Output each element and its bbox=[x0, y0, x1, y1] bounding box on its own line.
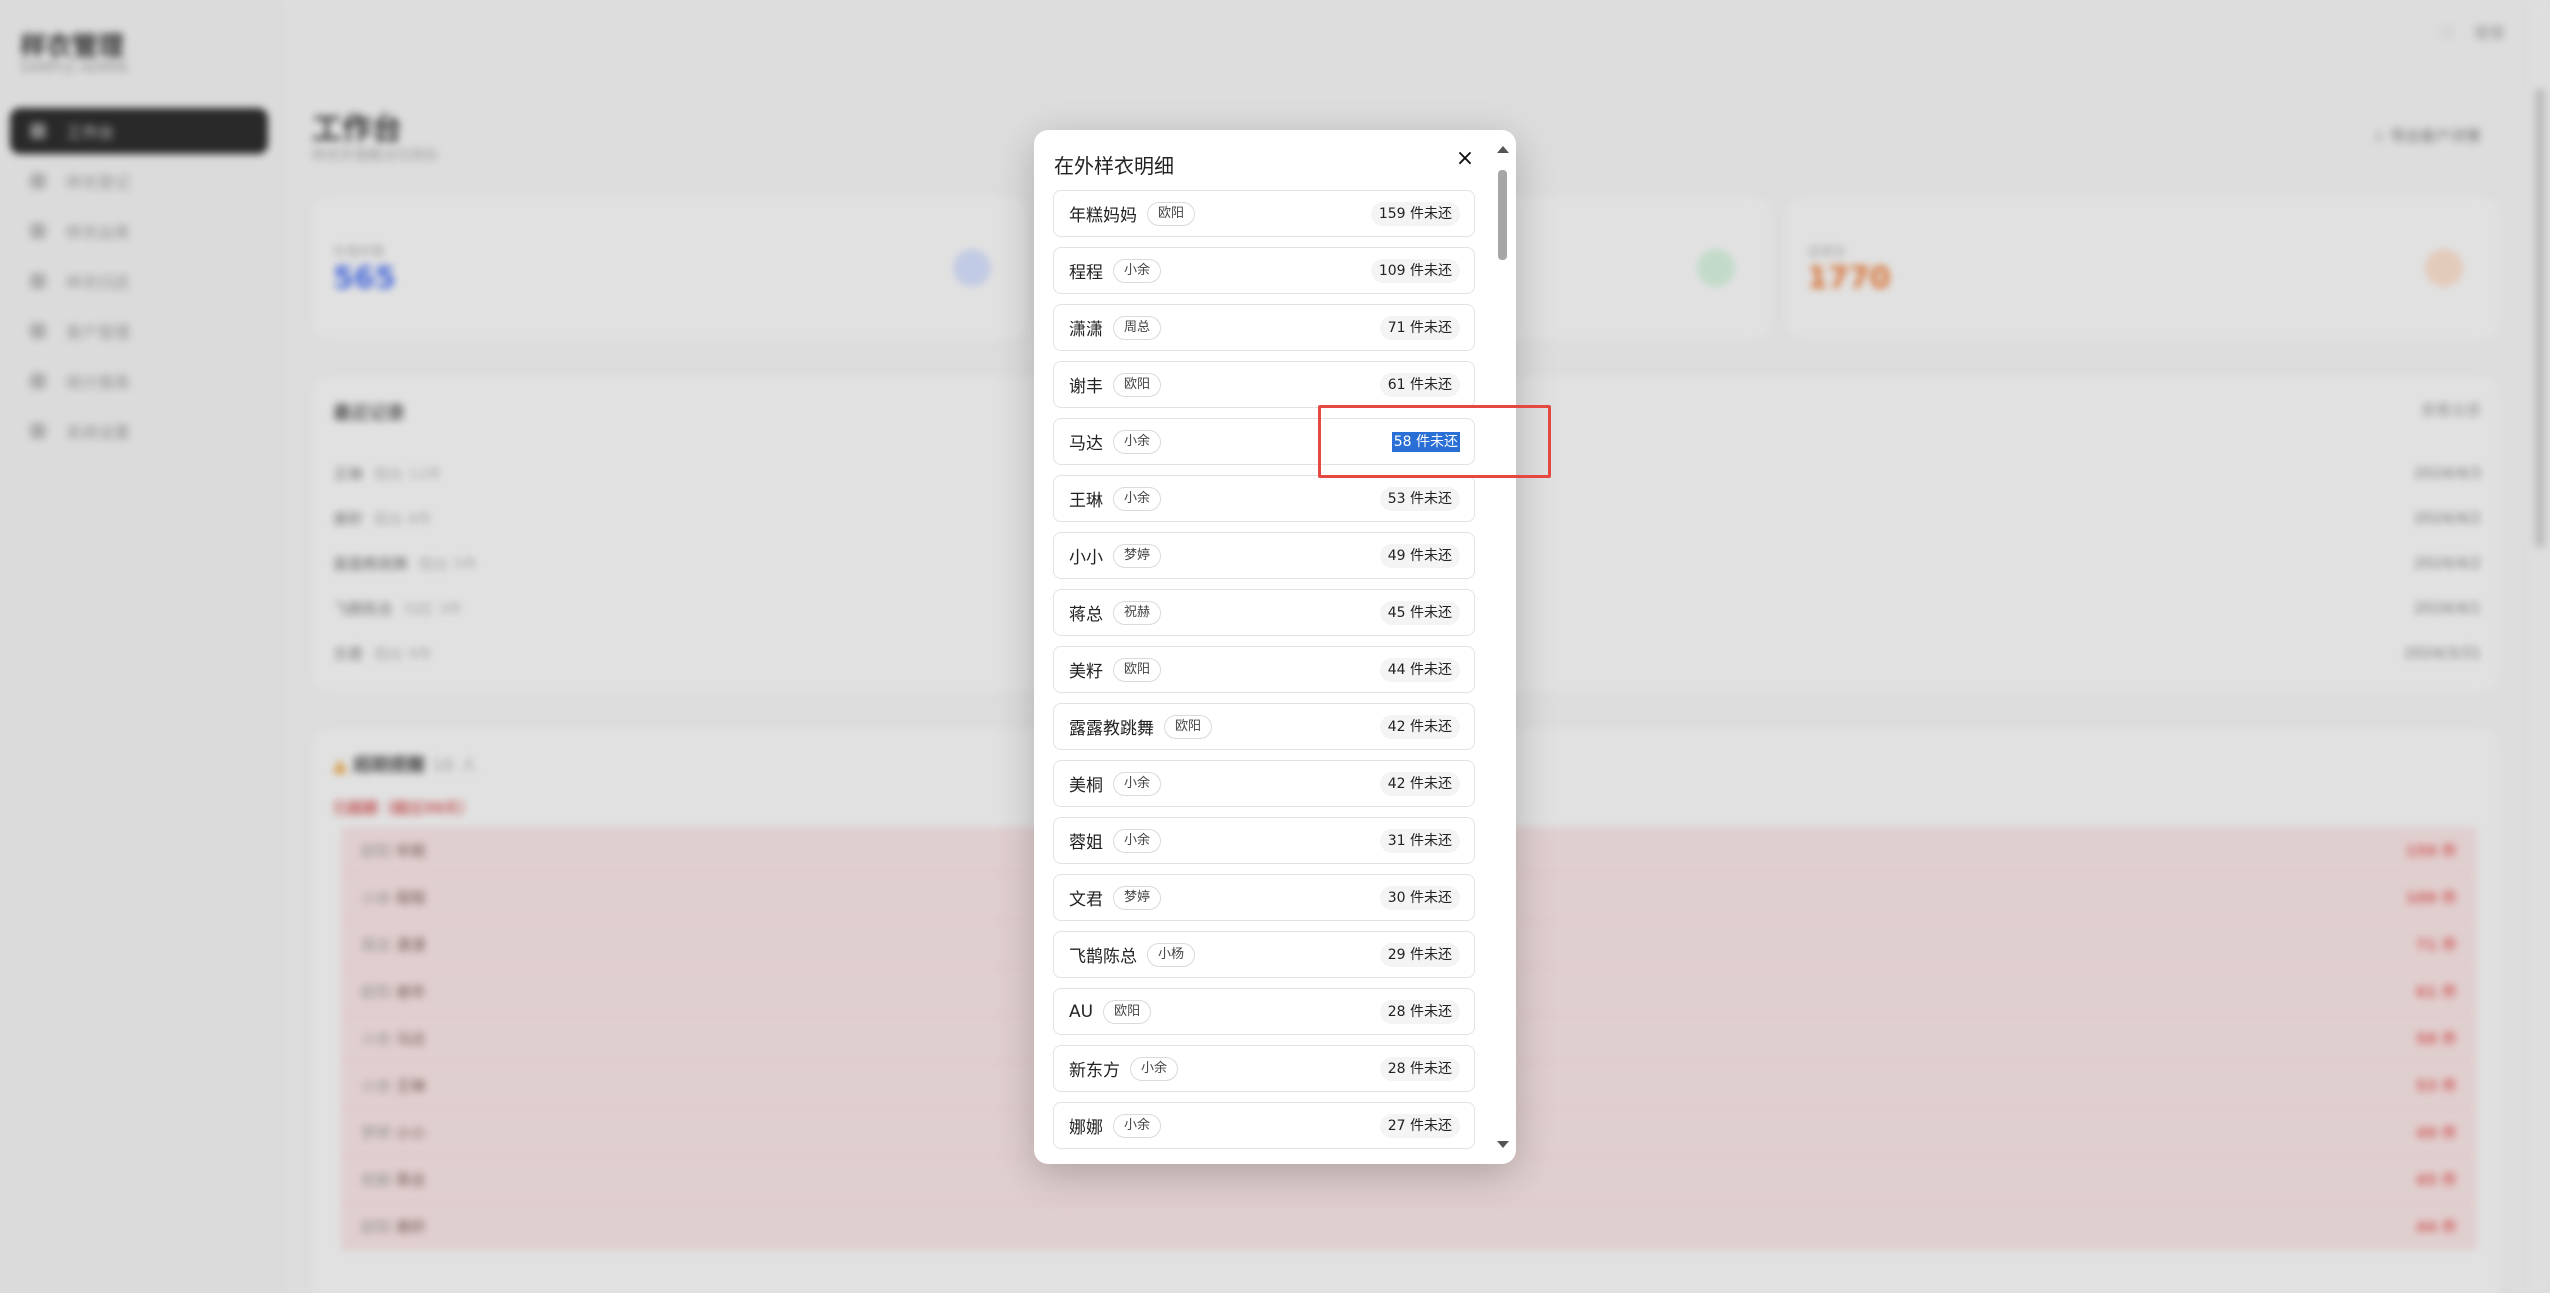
count-badge: 71 件未还 bbox=[1379, 315, 1460, 340]
owner-badge: 周总 bbox=[1113, 315, 1162, 340]
owner-badge: 小余 bbox=[1130, 1056, 1179, 1081]
customer-name: 程程 bbox=[1069, 263, 1103, 283]
count-badge: 30 件未还 bbox=[1379, 885, 1460, 910]
owner-badge: 梦婷 bbox=[1113, 543, 1162, 568]
customer-name: 飞鹊陈总 bbox=[1069, 947, 1137, 967]
count-badge: 29 件未还 bbox=[1379, 942, 1460, 967]
count-badge: 27 件未还 bbox=[1379, 1113, 1460, 1138]
modal-scrollbar-thumb[interactable] bbox=[1498, 170, 1507, 260]
customer-name: 小小 bbox=[1069, 548, 1103, 568]
owner-badge: 小余 bbox=[1113, 1113, 1162, 1138]
owner-badge: 小余 bbox=[1113, 771, 1162, 796]
count-badge: 159 件未还 bbox=[1370, 201, 1460, 226]
close-icon[interactable]: × bbox=[1450, 144, 1480, 174]
count-badge: 28 件未还 bbox=[1379, 1056, 1460, 1081]
owner-badge: 小余 bbox=[1113, 429, 1162, 454]
customer-name: 露露教跳舞 bbox=[1069, 719, 1154, 739]
customer-name: 王琳 bbox=[1069, 491, 1103, 511]
count-badge: 42 件未还 bbox=[1379, 771, 1460, 796]
list-item[interactable]: AU 欧阳 28 件未还 bbox=[1053, 988, 1475, 1035]
customer-name: 谢丰 bbox=[1069, 377, 1103, 397]
owner-badge: 欧阳 bbox=[1103, 999, 1152, 1024]
modal-title: 在外样衣明细 bbox=[1054, 154, 1174, 178]
owner-badge: 小余 bbox=[1113, 486, 1162, 511]
customer-name: 蒋总 bbox=[1069, 605, 1103, 625]
owner-badge: 欧阳 bbox=[1164, 714, 1213, 739]
list-item[interactable]: 程程 小余 109 件未还 bbox=[1053, 247, 1475, 294]
list-item[interactable]: 新东方 小余 28 件未还 bbox=[1053, 1045, 1475, 1092]
customer-name: 美籽 bbox=[1069, 662, 1103, 682]
owner-badge: 欧阳 bbox=[1113, 372, 1162, 397]
count-badge: 49 件未还 bbox=[1379, 543, 1460, 568]
scroll-down-arrow-icon[interactable] bbox=[1497, 1141, 1509, 1148]
count-badge: 42 件未还 bbox=[1379, 714, 1460, 739]
list-item[interactable]: 年糕妈妈 欧阳 159 件未还 bbox=[1053, 190, 1475, 237]
list-item[interactable]: 娜娜 小余 27 件未还 bbox=[1053, 1102, 1475, 1149]
annotation-highlight-box bbox=[1318, 405, 1551, 478]
customer-name: 蓉姐 bbox=[1069, 833, 1103, 853]
count-badge: 45 件未还 bbox=[1379, 600, 1460, 625]
count-badge: 28 件未还 bbox=[1379, 999, 1460, 1024]
list-item[interactable]: 潇潇 周总 71 件未还 bbox=[1053, 304, 1475, 351]
list-item[interactable]: 露露教跳舞 欧阳 42 件未还 bbox=[1053, 703, 1475, 750]
list-item[interactable]: 蓉姐 小余 31 件未还 bbox=[1053, 817, 1475, 864]
count-badge: 44 件未还 bbox=[1379, 657, 1460, 682]
list-item[interactable]: 王琳 小余 53 件未还 bbox=[1053, 475, 1475, 522]
customer-name: 潇潇 bbox=[1069, 320, 1103, 340]
list-item[interactable]: 飞鹊陈总 小杨 29 件未还 bbox=[1053, 931, 1475, 978]
customer-name: 娜娜 bbox=[1069, 1118, 1103, 1138]
modal-scrollbar[interactable] bbox=[1494, 140, 1512, 1154]
owner-badge: 欧阳 bbox=[1113, 657, 1162, 682]
customer-name: AU bbox=[1069, 1001, 1094, 1022]
owner-badge: 祝赫 bbox=[1113, 600, 1162, 625]
owner-badge: 欧阳 bbox=[1147, 201, 1196, 226]
list-item[interactable]: 小小 梦婷 49 件未还 bbox=[1053, 532, 1475, 579]
list-item[interactable]: 谢丰 欧阳 61 件未还 bbox=[1053, 361, 1475, 408]
customer-name: 年糕妈妈 bbox=[1069, 206, 1137, 226]
customer-name: 马达 bbox=[1069, 434, 1103, 454]
modal-list: 年糕妈妈 欧阳 159 件未还 程程 小余 109 件未还 潇潇 周总 71 件未还 谢丰欧… bbox=[1053, 190, 1475, 1159]
owner-badge: 小余 bbox=[1113, 258, 1162, 283]
owner-badge: 梦婷 bbox=[1113, 885, 1162, 910]
owner-badge: 小杨 bbox=[1147, 942, 1196, 967]
count-badge: 61 件未还 bbox=[1379, 372, 1460, 397]
outstanding-samples-modal: 在外样衣明细 × 年糕妈妈 欧阳 159 件未还 程程 小余 109 件未还 潇潇 周总 7… bbox=[1034, 130, 1516, 1164]
customer-name: 文君 bbox=[1069, 890, 1103, 910]
count-badge: 53 件未还 bbox=[1379, 486, 1460, 511]
customer-name: 美桐 bbox=[1069, 776, 1103, 796]
list-item[interactable]: 蒋总 祝赫 45 件未还 bbox=[1053, 589, 1475, 636]
owner-badge: 小余 bbox=[1113, 828, 1162, 853]
list-item[interactable]: 文君 梦婷 30 件未还 bbox=[1053, 874, 1475, 921]
customer-name: 新东方 bbox=[1069, 1061, 1120, 1081]
count-badge: 31 件未还 bbox=[1379, 828, 1460, 853]
list-item[interactable]: 美桐 小余 42 件未还 bbox=[1053, 760, 1475, 807]
count-badge: 109 件未还 bbox=[1370, 258, 1460, 283]
list-item[interactable]: 美籽 欧阳 44 件未还 bbox=[1053, 646, 1475, 693]
scroll-up-arrow-icon[interactable] bbox=[1497, 146, 1509, 153]
